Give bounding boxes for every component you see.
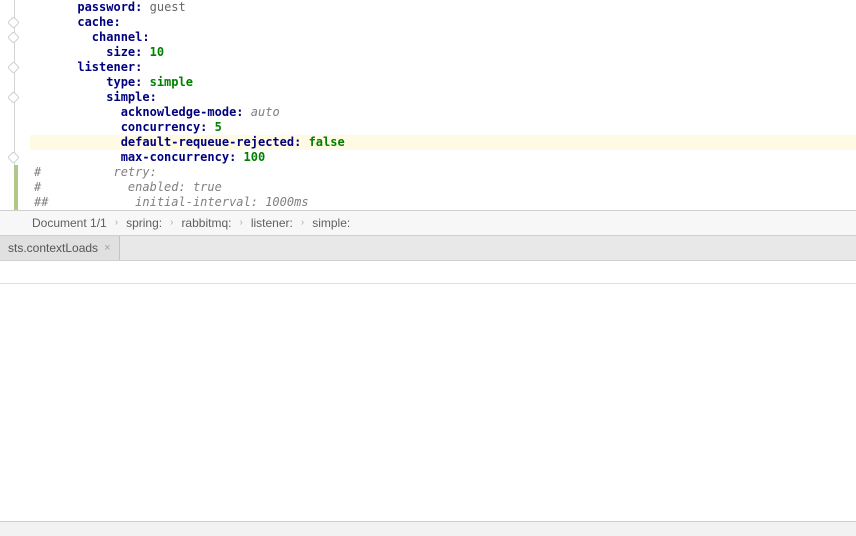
code-line[interactable]: size: 10 [30, 45, 856, 60]
fold-marker-icon[interactable] [7, 16, 20, 29]
fold-marker-icon[interactable] [7, 91, 20, 104]
code-editor[interactable]: password: guest cache: channel: size: 10… [0, 0, 856, 210]
code-line[interactable]: max-concurrency: 100 [30, 150, 856, 165]
code-line[interactable]: password: guest [30, 0, 856, 15]
breadcrumb-item[interactable]: rabbitmq: [181, 211, 231, 235]
code-line[interactable]: cache: [30, 15, 856, 30]
code-line[interactable]: simple: [30, 90, 856, 105]
fold-marker-icon[interactable] [7, 61, 20, 74]
close-icon[interactable]: × [104, 242, 110, 254]
vcs-change-marker [14, 165, 18, 210]
run-tab-label: sts.contextLoads [8, 241, 98, 255]
fold-marker-icon[interactable] [7, 151, 20, 164]
chevron-right-icon: › [113, 211, 120, 235]
breadcrumb-item[interactable]: simple: [312, 211, 350, 235]
breadcrumb-doc[interactable]: Document 1/1 [32, 211, 107, 235]
code-content[interactable]: password: guest cache: channel: size: 10… [30, 0, 856, 210]
code-line[interactable]: ## initial-interval: 1000ms [30, 195, 856, 210]
editor-gutter [0, 0, 30, 210]
breadcrumb-item[interactable]: listener: [251, 211, 293, 235]
code-line[interactable]: # retry: [30, 165, 856, 180]
code-line[interactable]: acknowledge-mode: auto [30, 105, 856, 120]
code-line[interactable]: # enabled: true [30, 180, 856, 195]
run-tab[interactable]: sts.contextLoads × [0, 236, 120, 260]
code-line[interactable]: channel: [30, 30, 856, 45]
code-line[interactable]: concurrency: 5 [30, 120, 856, 135]
chevron-right-icon: › [237, 211, 244, 235]
panel-top-border [0, 283, 856, 284]
chevron-right-icon: › [299, 211, 306, 235]
code-line[interactable]: type: simple [30, 75, 856, 90]
breadcrumb-bar[interactable]: Document 1/1 › spring: › rabbitmq: › lis… [0, 210, 856, 236]
fold-marker-icon[interactable] [7, 31, 20, 44]
code-line[interactable]: listener: [30, 60, 856, 75]
code-line[interactable]: default-requeue-rejected: false [30, 135, 856, 150]
breadcrumb-item[interactable]: spring: [126, 211, 162, 235]
run-tool-tabbar: sts.contextLoads × [0, 236, 856, 261]
chevron-right-icon: › [168, 211, 175, 235]
run-tool-panel[interactable] [0, 260, 856, 522]
status-bar [0, 521, 856, 536]
